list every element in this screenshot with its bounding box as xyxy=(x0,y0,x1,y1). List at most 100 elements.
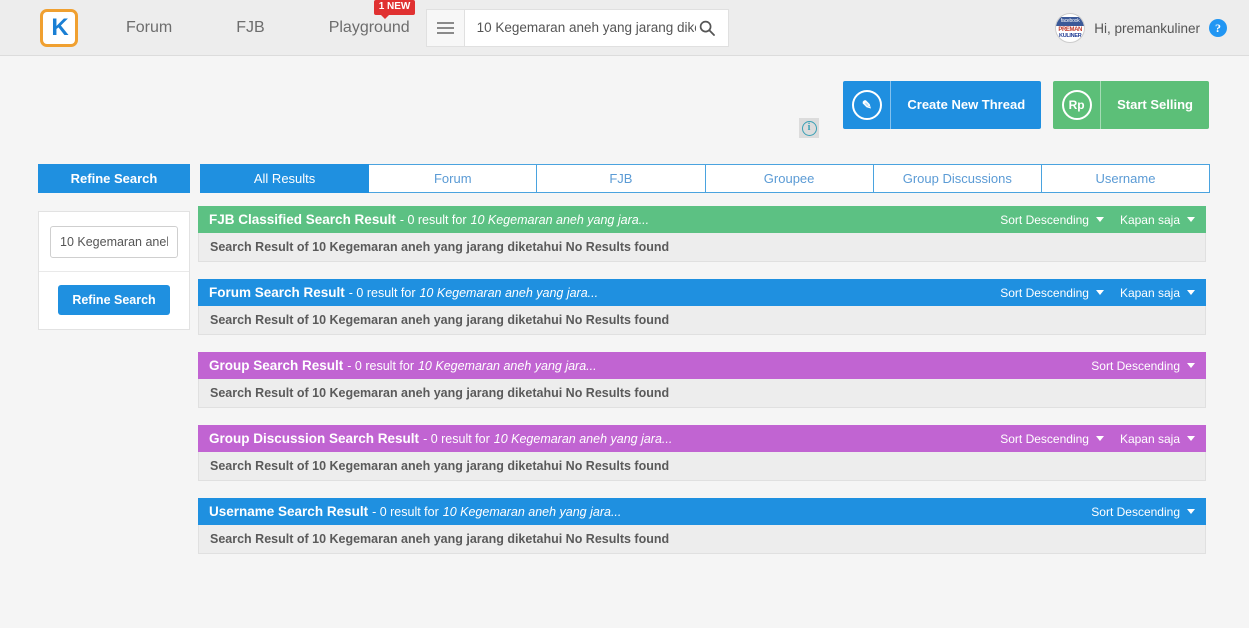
panel-header: Forum Search Result - 0 result for 10 Ke… xyxy=(198,279,1206,306)
user-greeting[interactable]: Hi, premankuliner xyxy=(1094,21,1200,36)
time-filter-label: Kapan saja xyxy=(1119,431,1180,446)
result-panel-fjb-classified: FJB Classified Search Result - 0 result … xyxy=(198,206,1206,262)
sort-descending-dropdown[interactable]: Sort Descending xyxy=(1000,213,1104,227)
time-filter-dropdown[interactable]: Kapan saja xyxy=(1120,286,1195,300)
hamburger-bar xyxy=(436,31,454,34)
chevron-down-icon xyxy=(1187,363,1195,368)
sort-descending-dropdown[interactable]: Sort Descending xyxy=(1091,505,1195,519)
tabs-row: Refine Search All Results Forum FJB Grou… xyxy=(38,164,1211,193)
refine-search-button[interactable]: Refine Search xyxy=(58,285,170,315)
nav-link-playground[interactable]: Playground 1 NEW xyxy=(328,0,416,37)
help-icon[interactable]: ? xyxy=(1209,19,1227,37)
tab-fjb[interactable]: FJB xyxy=(537,164,706,193)
refine-search-panel: Refine Search xyxy=(38,211,190,330)
pencil-icon: ✎ xyxy=(843,81,892,129)
new-badge: 1 NEW xyxy=(373,0,416,19)
panel-header: Group Search Result - 0 result for 10 Ke… xyxy=(198,352,1206,379)
nav-link-playground-label: Playground xyxy=(328,18,410,36)
create-new-thread-button[interactable]: ✎ Create New Thread xyxy=(843,81,1042,129)
hamburger-bar xyxy=(436,26,454,29)
search-icon[interactable] xyxy=(696,17,718,39)
panel-count: - 0 result for xyxy=(347,358,414,373)
refine-search-button-row: Refine Search xyxy=(39,272,189,329)
time-filter-dropdown[interactable]: Kapan saja xyxy=(1120,213,1195,227)
sort-descending-dropdown[interactable]: Sort Descending xyxy=(1000,286,1104,300)
refine-search-field-row xyxy=(39,212,189,272)
panel-count: - 0 result for xyxy=(399,212,467,227)
time-filter-dropdown[interactable]: Kapan saja xyxy=(1120,432,1195,446)
sort-descending-dropdown[interactable]: Sort Descending xyxy=(1091,359,1195,373)
tab-all-results[interactable]: All Results xyxy=(200,164,370,193)
search-input[interactable] xyxy=(476,20,696,35)
panel-query: 10 Kegemaran aneh yang jara... xyxy=(419,285,599,300)
kaskus-logo[interactable]: K xyxy=(40,8,78,47)
panel-sort-controls: Sort Descending xyxy=(1091,359,1195,373)
panel-body-text: Search Result of 10 Kegemaran aneh yang … xyxy=(198,379,1206,408)
panel-sort-controls: Sort Descending Kapan saja xyxy=(1000,286,1195,300)
sort-descending-label: Sort Descending xyxy=(1000,431,1089,446)
tab-group-discussions[interactable]: Group Discussions xyxy=(873,164,1042,193)
nav-link-forum-label: Forum xyxy=(126,18,173,36)
hamburger-icon[interactable] xyxy=(425,8,464,47)
search-glyph xyxy=(699,20,715,36)
chevron-down-icon xyxy=(1187,217,1195,222)
panel-body-text: Search Result of 10 Kegemaran aneh yang … xyxy=(198,452,1206,481)
actions-strip: i ✎ Create New Thread Rp Start Selling xyxy=(0,56,1249,164)
search-area xyxy=(425,8,729,47)
panel-title: Group Search Result xyxy=(209,358,344,373)
panel-title: Group Discussion Search Result xyxy=(209,431,420,446)
rupiah-icon-glyph: Rp xyxy=(1061,90,1092,120)
panel-sort-controls: Sort Descending Kapan saja xyxy=(1000,213,1195,227)
results-tab-list: All Results Forum FJB Groupee Group Disc… xyxy=(200,164,1211,193)
header-user-area: facebook PREMAN KULINER Hi, premankuline… xyxy=(1055,0,1227,56)
chevron-down-icon xyxy=(1095,290,1104,295)
panel-header: FJB Classified Search Result - 0 result … xyxy=(198,206,1206,233)
nav-link-fjb[interactable]: FJB xyxy=(236,19,264,37)
sort-descending-label: Sort Descending xyxy=(1000,285,1089,300)
refine-search-input[interactable] xyxy=(50,226,178,258)
result-panel-group: Group Search Result - 0 result for 10 Ke… xyxy=(198,352,1206,408)
panel-title: Forum Search Result xyxy=(209,285,345,300)
avatar[interactable]: facebook PREMAN KULINER xyxy=(1055,13,1086,43)
panel-header: Username Search Result - 0 result for 10… xyxy=(198,498,1206,525)
logo-k-glyph: K xyxy=(51,13,68,41)
refine-search-tab[interactable]: Refine Search xyxy=(38,164,190,193)
action-buttons: ✎ Create New Thread Rp Start Selling xyxy=(843,81,1209,129)
result-panel-username: Username Search Result - 0 result for 10… xyxy=(198,498,1206,554)
panel-count: - 0 result for xyxy=(423,431,490,446)
panel-title: FJB Classified Search Result xyxy=(209,212,396,227)
sort-descending-label: Sort Descending xyxy=(1091,504,1180,519)
panel-sort-controls: Sort Descending xyxy=(1091,505,1195,519)
info-icon[interactable]: i xyxy=(799,118,819,138)
search-box xyxy=(463,8,729,47)
chevron-down-icon xyxy=(1187,509,1195,514)
start-selling-label: Start Selling xyxy=(1117,96,1193,112)
hamburger-bar xyxy=(436,21,454,24)
sort-descending-dropdown[interactable]: Sort Descending xyxy=(1000,432,1104,446)
panel-body-text: Search Result of 10 Kegemaran aneh yang … xyxy=(198,525,1206,554)
panel-query: 10 Kegemaran aneh yang jara... xyxy=(493,431,673,446)
sort-descending-label: Sort Descending xyxy=(1091,358,1180,373)
chevron-down-icon xyxy=(1095,436,1104,441)
panel-count: - 0 result for xyxy=(372,504,439,519)
chevron-down-icon xyxy=(1187,290,1195,295)
panel-body-text: Search Result of 10 Kegemaran aneh yang … xyxy=(198,233,1206,262)
result-panel-forum: Forum Search Result - 0 result for 10 Ke… xyxy=(198,279,1206,335)
tab-username[interactable]: Username xyxy=(1041,164,1211,193)
panel-title: Username Search Result xyxy=(209,504,369,519)
result-panel-group-discussion: Group Discussion Search Result - 0 resul… xyxy=(198,425,1206,481)
tab-forum[interactable]: Forum xyxy=(369,164,538,193)
panel-query: 10 Kegemaran aneh yang jara... xyxy=(442,504,622,519)
sort-descending-label: Sort Descending xyxy=(1000,212,1089,227)
nav-link-fjb-label: FJB xyxy=(236,18,265,36)
panel-body-text: Search Result of 10 Kegemaran aneh yang … xyxy=(198,306,1206,335)
pencil-icon-glyph: ✎ xyxy=(851,90,882,120)
top-header: K Forum FJB Playground 1 NEW 10 Kegemara… xyxy=(0,0,1249,56)
time-filter-label: Kapan saja xyxy=(1119,212,1180,227)
panel-query: 10 Kegemaran aneh yang jara... xyxy=(470,212,650,227)
search-results-panels: FJB Classified Search Result - 0 result … xyxy=(198,206,1206,571)
start-selling-button[interactable]: Rp Start Selling xyxy=(1053,81,1209,129)
tab-groupee[interactable]: Groupee xyxy=(705,164,874,193)
panel-query: 10 Kegemaran aneh yang jara... xyxy=(417,358,597,373)
nav-link-forum[interactable]: Forum xyxy=(126,19,172,37)
